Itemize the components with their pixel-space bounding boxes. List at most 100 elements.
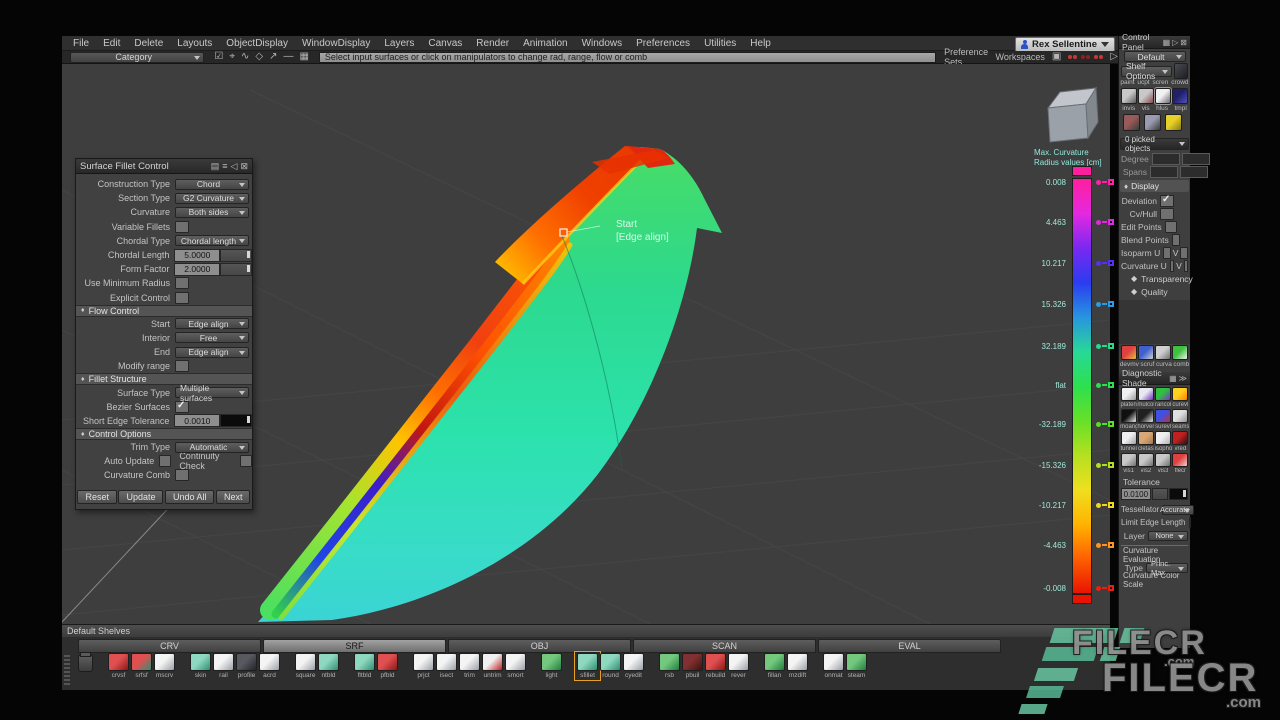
scale-marker[interactable] xyxy=(1096,219,1114,225)
hlus-icon[interactable] xyxy=(1155,88,1171,104)
surface-eval-icon[interactable] xyxy=(1138,345,1154,360)
rebuild-icon[interactable] xyxy=(705,653,726,671)
transparency-expander[interactable]: ◆ Transparency xyxy=(1119,272,1190,285)
tessellator-dropdown[interactable]: Accurate xyxy=(1162,505,1194,515)
deviation-checkbox[interactable] xyxy=(1160,195,1174,207)
tool-rebuild-button[interactable]: rebuild xyxy=(704,653,727,679)
form-factor-field[interactable]: 2.0000 xyxy=(174,263,220,276)
trim-icon[interactable] xyxy=(459,653,480,671)
fltbld-icon[interactable] xyxy=(354,653,375,671)
profile-icon[interactable] xyxy=(236,653,257,671)
next-button[interactable]: Next xyxy=(216,490,251,504)
round-icon[interactable] xyxy=(600,653,621,671)
shelf-tab-crv[interactable]: CRV xyxy=(78,639,261,653)
shelf-tab-obj[interactable]: OBJ xyxy=(448,639,631,653)
diagnostic-flecr-button[interactable]: flecr xyxy=(1172,453,1189,474)
curvature-comb-checkbox[interactable] xyxy=(175,469,189,481)
degree-u-field[interactable] xyxy=(1152,153,1180,165)
smort-icon[interactable] xyxy=(505,653,526,671)
trim-type-dropdown[interactable]: Automatic xyxy=(175,442,249,453)
scale-marker[interactable] xyxy=(1096,542,1114,548)
panel-title-bar[interactable]: Surface Fillet Control ▤≡◁⊠ xyxy=(76,159,252,174)
scale-marker[interactable] xyxy=(1096,301,1114,307)
interior-dropdown[interactable]: Free xyxy=(175,332,249,343)
tool-rail-button[interactable]: rail xyxy=(212,653,235,679)
scale-marker[interactable] xyxy=(1096,421,1114,427)
auto-update-checkbox[interactable] xyxy=(159,455,171,467)
diagnostic-moang-button[interactable]: moang xyxy=(1120,409,1137,430)
menu-icon[interactable]: ≡ xyxy=(222,162,227,171)
diagnostic-vred-button[interactable]: vred xyxy=(1172,431,1189,452)
tool-rsb-button[interactable]: rsb xyxy=(658,653,681,679)
diagnostic-curevl-button[interactable]: curevl xyxy=(1172,387,1189,408)
modify-range-checkbox[interactable] xyxy=(175,360,189,372)
curvature-dropdown[interactable]: Both sides xyxy=(175,207,249,218)
diagnostic-rancol-button[interactable]: rancol xyxy=(1155,387,1172,408)
rancol-icon[interactable] xyxy=(1155,387,1171,401)
shelf-thumb-icon[interactable] xyxy=(1174,63,1188,79)
cv-toggle-icon[interactable] xyxy=(1123,114,1140,131)
trash-icon[interactable] xyxy=(78,655,93,672)
grid-view-icon[interactable]: ▦ xyxy=(1169,374,1177,383)
reset-button[interactable]: Reset xyxy=(77,490,117,504)
shelves-title-bar[interactable]: Default Shelves ▦▽⊠ xyxy=(62,624,1110,637)
scale-marker[interactable] xyxy=(1096,382,1114,388)
start-dropdown[interactable]: Edge align xyxy=(175,318,249,329)
untrim-icon[interactable] xyxy=(482,653,503,671)
close-icon[interactable]: ⊠ xyxy=(1180,38,1187,47)
tool-light-button[interactable]: light xyxy=(540,653,563,679)
dock-icon[interactable]: ▤ xyxy=(211,162,220,171)
diagnostic-vis3-button[interactable]: vis3 xyxy=(1155,453,1172,474)
tolerance-slider-dark[interactable] xyxy=(1169,488,1188,500)
vis1-icon[interactable] xyxy=(1121,453,1137,467)
pfbld-icon[interactable] xyxy=(377,653,398,671)
slider-thumb[interactable] xyxy=(247,416,250,423)
tool-rever-button[interactable]: rever xyxy=(727,653,750,679)
vred-icon[interactable] xyxy=(1172,431,1188,445)
blend-points-checkbox[interactable] xyxy=(1172,234,1181,246)
tolerance-field[interactable]: 0.0100 xyxy=(1121,488,1151,500)
ntbld-icon[interactable] xyxy=(318,653,339,671)
seams-icon[interactable] xyxy=(1172,409,1188,423)
tool-isect-button[interactable]: isect xyxy=(435,653,458,679)
end-dropdown[interactable]: Edge align xyxy=(175,347,249,358)
flecr-icon[interactable] xyxy=(1172,453,1188,467)
display-section-header[interactable]: ♦ Display xyxy=(1120,180,1189,192)
deviation-map-icon[interactable] xyxy=(1121,345,1137,360)
quality-expander[interactable]: ◆ Quality xyxy=(1119,285,1190,298)
section-flow-control[interactable]: ♦Flow Control xyxy=(76,305,252,317)
shelf-grip-handle[interactable] xyxy=(64,655,70,685)
vis2-icon[interactable] xyxy=(1138,453,1154,467)
curvature-v-checkbox[interactable] xyxy=(1184,260,1188,272)
short-edge-tolerance-field[interactable]: 0.0010 xyxy=(174,414,220,427)
square-icon[interactable] xyxy=(295,653,316,671)
tool-crvsf-button[interactable]: crvsf xyxy=(107,653,130,679)
tolerance-slider[interactable] xyxy=(1152,488,1169,500)
tool-mscrv-button[interactable]: mscrv xyxy=(153,653,176,679)
tool-smort-button[interactable]: smort xyxy=(504,653,527,679)
tool-mzdift-button[interactable]: mzdift xyxy=(786,653,809,679)
diagnostic-shade-header[interactable]: Diagnostic Shade ▦≫ xyxy=(1119,372,1190,385)
diagnostic-cletas-button[interactable]: cletas xyxy=(1137,431,1154,452)
scale-marker[interactable] xyxy=(1096,260,1114,266)
scale-marker[interactable] xyxy=(1096,343,1114,349)
section-control-options[interactable]: ♦Control Options xyxy=(76,428,252,440)
moang-icon[interactable] xyxy=(1121,409,1137,423)
shelf-options-dropdown[interactable]: Shelf Options xyxy=(1121,66,1172,77)
curevl-icon[interactable] xyxy=(1172,387,1188,401)
tool-round-button[interactable]: round xyxy=(599,653,622,679)
rail-icon[interactable] xyxy=(213,653,234,671)
vis-icon[interactable] xyxy=(1138,88,1154,104)
tool-fillan-button[interactable]: fillan xyxy=(763,653,786,679)
diagnostic-horver-button[interactable]: horver xyxy=(1137,409,1154,430)
scale-marker[interactable] xyxy=(1096,502,1114,508)
sfillet-icon[interactable] xyxy=(577,653,598,671)
tool-prjct-button[interactable]: prjct xyxy=(412,653,435,679)
control-panel-header[interactable]: Control Panel ▦▷⊠ xyxy=(1119,36,1190,49)
close-icon[interactable]: ⊠ xyxy=(1097,626,1105,637)
prjct-icon[interactable] xyxy=(413,653,434,671)
onmat-icon[interactable] xyxy=(823,653,844,671)
tool-srfsf-button[interactable]: srfsf xyxy=(130,653,153,679)
chordal-length-slider[interactable] xyxy=(220,249,252,262)
tool-untrim-button[interactable]: untrim xyxy=(481,653,504,679)
